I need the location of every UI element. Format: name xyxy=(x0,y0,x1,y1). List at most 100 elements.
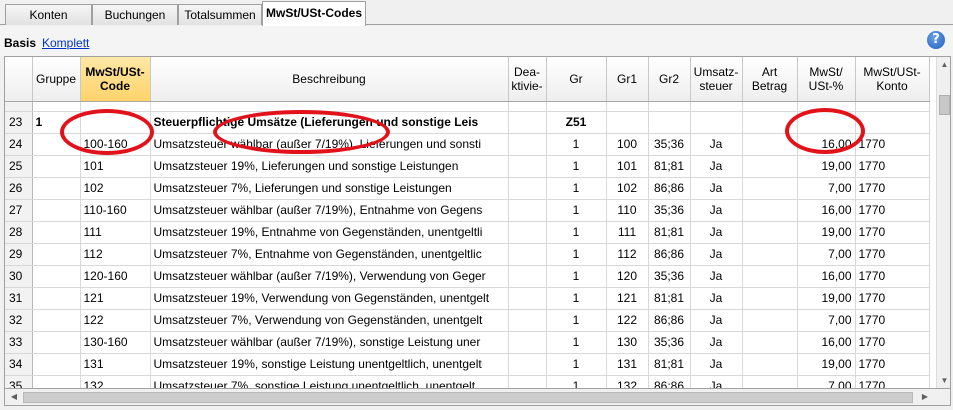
cell-gr2[interactable]: 35;36 xyxy=(648,265,691,288)
cell-konto[interactable]: 1770 xyxy=(855,199,930,222)
cell-gr2[interactable]: 81;81 xyxy=(648,353,691,376)
cell-code[interactable]: 130-160 xyxy=(80,331,151,354)
cell-deaktiviert[interactable] xyxy=(508,177,547,200)
cell-beschreibung[interactable]: Steuerpflichtige Umsätze (Lieferungen un… xyxy=(150,111,509,134)
cell-beschreibung[interactable]: Umsatzsteuer 19%, Lieferungen und sonsti… xyxy=(150,155,509,178)
cell-code[interactable]: 102 xyxy=(80,177,151,200)
cell-code[interactable]: 110-160 xyxy=(80,199,151,222)
cell-umsatzsteuer[interactable]: Ja xyxy=(690,155,743,178)
cell-beschreibung[interactable]: Umsatzsteuer wählbar (außer 7/19%), Entn… xyxy=(150,199,509,222)
table-row[interactable]: 26 102 Umsatzsteuer 7%, Lieferungen und so… xyxy=(5,177,930,200)
cell-deaktiviert[interactable] xyxy=(508,265,547,288)
cell-gr1[interactable]: 102 xyxy=(606,177,649,200)
cell-gr1[interactable]: 131 xyxy=(606,353,649,376)
table-row[interactable]: 35 132 Umsatzsteuer 7%, sonstige Leistung … xyxy=(5,375,930,388)
table-row[interactable]: 34 131 Umsatzsteuer 19%, sonstige Leistung… xyxy=(5,353,930,376)
col-header-gr1[interactable]: Gr1 xyxy=(606,57,649,102)
cell-gr2[interactable]: 86;86 xyxy=(648,309,691,332)
cell-code[interactable]: 122 xyxy=(80,309,151,332)
cell-gr[interactable]: 1 xyxy=(546,375,607,388)
cell-prozent[interactable]: 7,00 xyxy=(797,375,856,388)
cell-gr1[interactable]: 100 xyxy=(606,133,649,156)
cell-deaktiviert[interactable] xyxy=(508,111,547,134)
cell-deaktiviert[interactable] xyxy=(508,221,547,244)
table-row[interactable]: 33 130-160 Umsatzsteuer wählbar (außer 7/1… xyxy=(5,331,930,354)
cell-code[interactable]: 112 xyxy=(80,243,151,266)
cell-art-betrag[interactable] xyxy=(742,111,798,134)
cell-gruppe[interactable] xyxy=(32,287,81,310)
cell-code[interactable]: 111 xyxy=(80,221,151,244)
cell-prozent[interactable]: 7,00 xyxy=(797,243,856,266)
table-row[interactable]: 27 110-160 Umsatzsteuer wählbar (außer 7/1… xyxy=(5,199,930,222)
cell-deaktiviert[interactable] xyxy=(508,309,547,332)
cell-deaktiviert[interactable] xyxy=(508,133,547,156)
cell-konto[interactable]: 1770 xyxy=(855,133,930,156)
cell-gr2[interactable]: 35;36 xyxy=(648,199,691,222)
scroll-down-arrow-icon[interactable]: ▼ xyxy=(937,373,950,388)
col-header-deaktiviert[interactable]: Dea-ktivie- xyxy=(508,57,547,102)
cell-gruppe[interactable] xyxy=(32,221,81,244)
cell-gruppe[interactable] xyxy=(32,243,81,266)
cell-art-betrag[interactable] xyxy=(742,133,798,156)
cell-code[interactable]: 131 xyxy=(80,353,151,376)
table-row[interactable]: 29 112 Umsatzsteuer 7%, Entnahme von Gegen… xyxy=(5,243,930,266)
help-icon[interactable]: ? xyxy=(927,31,945,49)
cell-umsatzsteuer[interactable]: Ja xyxy=(690,133,743,156)
cell-beschreibung[interactable]: Umsatzsteuer wählbar (außer 7/19%), sons… xyxy=(150,331,509,354)
vertical-scroll-thumb[interactable] xyxy=(939,95,950,115)
cell-gr[interactable]: 1 xyxy=(546,265,607,288)
cell-beschreibung[interactable]: Umsatzsteuer 19%, sonstige Leistung unen… xyxy=(150,353,509,376)
cell-umsatzsteuer[interactable]: Ja xyxy=(690,199,743,222)
cell-art-betrag[interactable] xyxy=(742,221,798,244)
cell-gr2[interactable]: 35;36 xyxy=(648,331,691,354)
cell-gruppe[interactable] xyxy=(32,265,81,288)
cell-gruppe[interactable] xyxy=(32,133,81,156)
cell-gr2[interactable]: 35;36 xyxy=(648,133,691,156)
cell-beschreibung[interactable]: Umsatzsteuer wählbar (außer 7/19%), Verw… xyxy=(150,265,509,288)
cell-deaktiviert[interactable] xyxy=(508,375,547,388)
cell-gr1[interactable]: 130 xyxy=(606,331,649,354)
cell-konto[interactable]: 1770 xyxy=(855,265,930,288)
cell-gr1[interactable]: 132 xyxy=(606,375,649,388)
cell-konto[interactable]: 1770 xyxy=(855,155,930,178)
cell-prozent[interactable]: 16,00 xyxy=(797,331,856,354)
tab-mwst-ust-codes[interactable]: MwSt/USt-Codes xyxy=(262,1,366,26)
cell-konto[interactable]: 1770 xyxy=(855,309,930,332)
cell-art-betrag[interactable] xyxy=(742,243,798,266)
cell-konto[interactable]: 1770 xyxy=(855,177,930,200)
cell-gruppe[interactable] xyxy=(32,155,81,178)
cell-konto[interactable] xyxy=(855,111,930,134)
cell-konto[interactable]: 1770 xyxy=(855,375,930,388)
cell-gruppe[interactable] xyxy=(32,177,81,200)
cell-gruppe[interactable]: 1 xyxy=(32,111,81,134)
cell-umsatzsteuer[interactable]: Ja xyxy=(690,375,743,388)
cell-beschreibung[interactable]: Umsatzsteuer 7%, Entnahme von Gegenständ… xyxy=(150,243,509,266)
cell-art-betrag[interactable] xyxy=(742,331,798,354)
cell-prozent[interactable] xyxy=(797,111,856,134)
cell-gr1[interactable]: 121 xyxy=(606,287,649,310)
horizontal-scroll-thumb[interactable] xyxy=(23,392,913,403)
cell-art-betrag[interactable] xyxy=(742,375,798,388)
cell-konto[interactable]: 1770 xyxy=(855,243,930,266)
cell-gr[interactable]: 1 xyxy=(546,199,607,222)
cell-gr1[interactable]: 110 xyxy=(606,199,649,222)
cell-prozent[interactable]: 7,00 xyxy=(797,177,856,200)
tab-buchungen[interactable]: Buchungen xyxy=(92,4,178,25)
cell-deaktiviert[interactable] xyxy=(508,353,547,376)
cell-art-betrag[interactable] xyxy=(742,353,798,376)
cell-beschreibung[interactable]: Umsatzsteuer 7%, Verwendung von Gegenstä… xyxy=(150,309,509,332)
table-row[interactable]: 32 122 Umsatzsteuer 7%, Verwendung von Geg… xyxy=(5,309,930,332)
table-row[interactable]: 24 100-160 Umsatzsteuer wählbar (außer 7/1… xyxy=(5,133,930,156)
cell-konto[interactable]: 1770 xyxy=(855,221,930,244)
cell-gruppe[interactable] xyxy=(32,353,81,376)
cell-gr[interactable]: 1 xyxy=(546,155,607,178)
cell-konto[interactable]: 1770 xyxy=(855,331,930,354)
cell-code[interactable]: 132 xyxy=(80,375,151,388)
col-header-gr2[interactable]: Gr2 xyxy=(648,57,691,102)
cell-deaktiviert[interactable] xyxy=(508,287,547,310)
col-header-umsatzsteuer[interactable]: Umsatz-steuer xyxy=(690,57,743,102)
cell-gruppe[interactable] xyxy=(32,375,81,388)
cell-umsatzsteuer[interactable]: Ja xyxy=(690,309,743,332)
cell-gr[interactable]: Z51 xyxy=(546,111,607,134)
cell-deaktiviert[interactable] xyxy=(508,331,547,354)
